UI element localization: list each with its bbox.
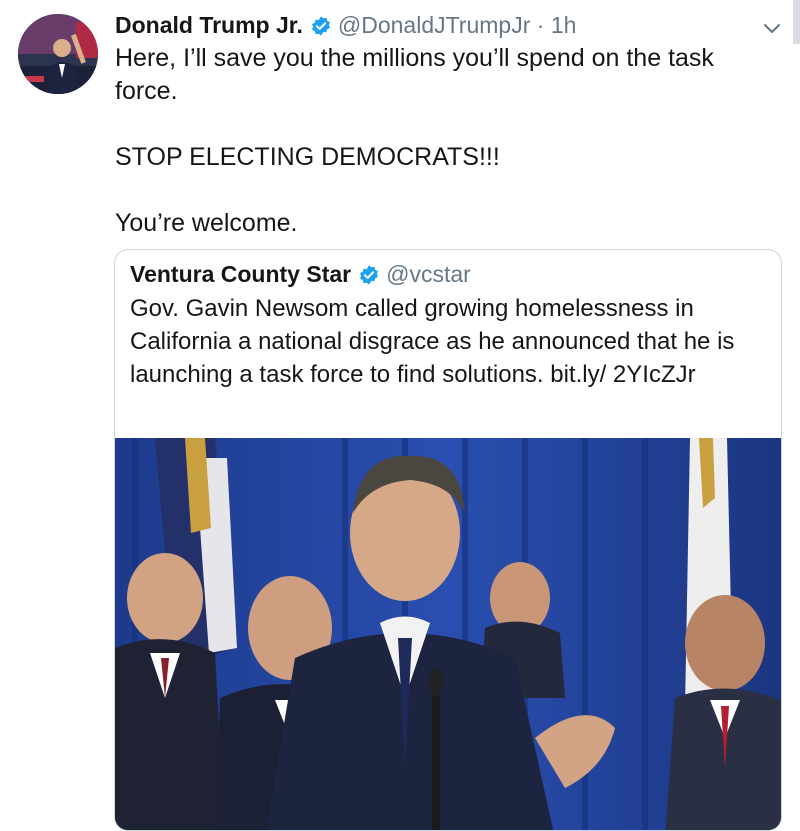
- timestamp[interactable]: 1h: [551, 12, 577, 38]
- tweet-text-line: STOP ELECTING DEMOCRATS!!!: [115, 143, 500, 171]
- author-handle[interactable]: @DonaldJTrumpJr: [338, 12, 531, 38]
- quoted-tweet-header: Ventura County Star @vcstar: [130, 258, 471, 294]
- scrollbar[interactable]: [793, 0, 800, 44]
- chevron-down-icon[interactable]: [758, 14, 786, 42]
- quoted-tweet[interactable]: Ventura County Star @vcstar Gov. Gavin Ne…: [114, 249, 782, 831]
- quoted-author-name[interactable]: Ventura County Star: [130, 261, 351, 287]
- tweet-text-line: [115, 108, 765, 141]
- avatar[interactable]: [18, 14, 98, 94]
- separator-dot: ·: [536, 12, 545, 38]
- tweet-header: Donald Trump Jr. @DonaldJTrumpJr · 1h: [115, 10, 576, 44]
- tweet-text-line: [115, 174, 765, 207]
- verified-badge-icon: [358, 262, 380, 294]
- verified-badge-icon: [310, 14, 332, 44]
- quoted-tweet-text: Gov. Gavin Newsom called growing homeles…: [130, 295, 735, 388]
- tweet-text-line: Here, I’ll save you the millions you’ll …: [115, 44, 714, 105]
- quoted-author-handle[interactable]: @vcstar: [386, 261, 471, 287]
- tweet-card[interactable]: Donald Trump Jr. @DonaldJTrumpJr · 1h Her…: [0, 0, 800, 831]
- tweet-text-line: You’re welcome.: [115, 209, 298, 237]
- author-name[interactable]: Donald Trump Jr.: [115, 12, 303, 38]
- press-conference-photo[interactable]: [115, 438, 781, 831]
- avatar-photo: [18, 14, 98, 94]
- quoted-tweet-body: Gov. Gavin Newsom called growing homeles…: [130, 292, 770, 391]
- tweet-body: Here, I’ll save you the millions you’ll …: [115, 42, 765, 240]
